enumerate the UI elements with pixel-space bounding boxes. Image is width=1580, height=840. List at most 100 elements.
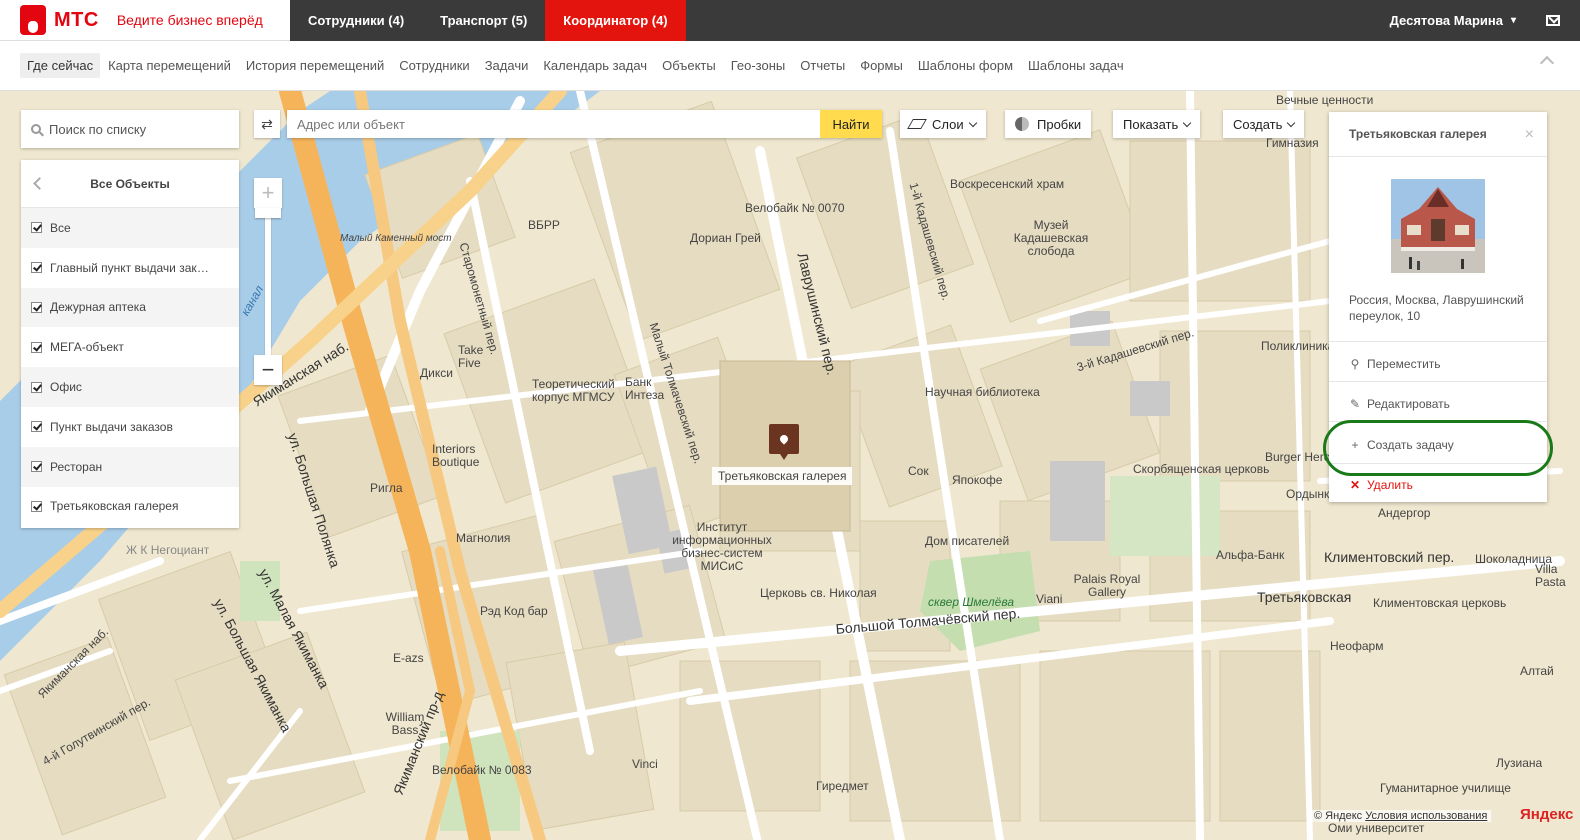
- close-icon[interactable]: ×: [1525, 126, 1534, 144]
- poi-label: Гиредмет: [816, 779, 869, 793]
- layers-button[interactable]: Слои: [900, 110, 986, 138]
- poi-label: Take Five: [458, 343, 484, 370]
- checkbox[interactable]: [31, 461, 42, 473]
- subnav-forms[interactable]: Формы: [853, 53, 910, 78]
- pin-icon: [778, 433, 790, 445]
- poi-label: Ж К Негоциант: [126, 543, 210, 557]
- poi-label: Музей Кадашевская слобода: [1013, 218, 1089, 258]
- terms-link[interactable]: Условия использования: [1365, 810, 1487, 822]
- sub-navigation: Где сейчас Карта перемещений История пер…: [0, 41, 1580, 91]
- objects-panel: Все Объекты Все Главный пункт выдачи зак…: [21, 160, 239, 528]
- subnav-form-templates[interactable]: Шаблоны форм: [911, 53, 1020, 78]
- poi-label: Villa Pasta: [1535, 562, 1566, 589]
- show-button[interactable]: Показать: [1113, 110, 1201, 138]
- poi-label: E-azs: [393, 651, 424, 665]
- route-icon[interactable]: ⇄: [254, 110, 280, 138]
- poi-label: Научная библиотека: [925, 385, 1040, 399]
- poi-label: Вечные ценности: [1276, 93, 1374, 107]
- subnav-task-calendar[interactable]: Календарь задач: [536, 53, 654, 78]
- brand-name: МТС: [54, 8, 99, 31]
- create-button[interactable]: Создать: [1223, 110, 1305, 138]
- list-item[interactable]: МЕГА-объект: [21, 327, 239, 367]
- poi-label: Неофарм: [1330, 639, 1384, 653]
- poi-label: Институт информационных бизнес-систем МИ…: [672, 520, 772, 573]
- zoom-slider-handle[interactable]: [255, 208, 281, 218]
- poi-label: Церковь св. Николая: [760, 586, 877, 600]
- info-panel-title: Третьяковская галерея ×: [1329, 112, 1547, 157]
- subnav-reports[interactable]: Отчеты: [793, 53, 852, 78]
- poi-label: Дом писателей: [925, 534, 1010, 548]
- list-item[interactable]: Третьяковская галерея: [21, 487, 239, 527]
- plus-icon: +: [1351, 438, 1359, 452]
- checkbox[interactable]: [31, 421, 42, 433]
- subnav-task-templates[interactable]: Шаблоны задач: [1021, 53, 1131, 78]
- poi-label: Андергор: [1378, 506, 1431, 520]
- user-name: Десятова Марина: [1389, 13, 1503, 28]
- pencil-icon: ✎: [1349, 397, 1361, 411]
- list-item[interactable]: Офис: [21, 367, 239, 407]
- poi-label: Дикси: [420, 366, 453, 380]
- create-task-button[interactable]: + Создать задачу: [1349, 438, 1453, 452]
- poi-label: Interiors Boutique: [432, 442, 480, 469]
- list-item[interactable]: Все: [21, 208, 239, 248]
- list-item[interactable]: Пункт выдачи заказов: [21, 407, 239, 447]
- poi-label: Гимназия: [1266, 136, 1319, 150]
- poi-label: Теоретический корпус МГМСУ: [532, 377, 615, 404]
- collapse-up-icon[interactable]: [1539, 55, 1555, 71]
- zoom-slider[interactable]: [265, 210, 271, 360]
- poi-label: Альфа-Банк: [1216, 548, 1285, 562]
- brand[interactable]: МТС Ведите бизнес вперёд: [0, 0, 290, 41]
- object-marker[interactable]: [769, 424, 799, 460]
- checkbox[interactable]: [31, 301, 42, 313]
- tab-coordinator[interactable]: Координатор (4): [545, 0, 686, 41]
- address-search-input[interactable]: [287, 110, 820, 138]
- object-info-panel: Третьяковская галерея × Россия, Москва, …: [1329, 112, 1547, 502]
- marker-label: Третьяковская галерея: [712, 467, 853, 485]
- poi-label: Алтай: [1520, 664, 1554, 678]
- tab-transport[interactable]: Транспорт (5): [422, 0, 545, 41]
- subnav-employees[interactable]: Сотрудники: [392, 53, 476, 78]
- objects-panel-header: Все Объекты: [21, 160, 239, 208]
- list-item[interactable]: Дежурная аптека: [21, 287, 239, 328]
- objects-panel-title: Все Объекты: [90, 176, 170, 191]
- user-menu[interactable]: Десятова Марина ▾: [1390, 0, 1538, 41]
- object-photo: [1391, 179, 1485, 273]
- list-search-input[interactable]: [49, 121, 229, 137]
- poi-label: Поликлиника: [1261, 339, 1335, 353]
- checkbox[interactable]: [31, 341, 42, 353]
- poi-label: Климентовская церковь: [1373, 596, 1507, 610]
- mail-icon[interactable]: [1546, 15, 1560, 26]
- subnav-movement-history[interactable]: История перемещений: [239, 53, 391, 78]
- list-item[interactable]: Главный пункт выдачи заказов: [21, 248, 239, 288]
- subnav-where-now[interactable]: Где сейчас: [20, 53, 101, 78]
- checkbox[interactable]: [31, 500, 42, 512]
- subnav-movement-map[interactable]: Карта перемещений: [101, 53, 238, 78]
- checkbox[interactable]: [31, 222, 42, 234]
- list-search[interactable]: [21, 110, 239, 148]
- divider: [1329, 421, 1547, 422]
- delete-button[interactable]: ✕ Удалить: [1349, 478, 1413, 492]
- checkbox[interactable]: [31, 262, 42, 274]
- poi-label: Ригла: [370, 481, 403, 495]
- list-item[interactable]: Ресторан: [21, 446, 239, 487]
- zoom-out-button[interactable]: −: [254, 355, 282, 385]
- traffic-button[interactable]: Пробки: [1005, 110, 1092, 138]
- poi-label: Скорбященская церковь: [1133, 462, 1270, 476]
- poi-label: Лузиана: [1496, 756, 1543, 770]
- chevron-left-icon[interactable]: [33, 177, 46, 190]
- edit-button[interactable]: ✎ Редактировать: [1349, 397, 1450, 411]
- poi-label: Велобайк № 0070: [745, 201, 845, 215]
- checkbox[interactable]: [31, 381, 42, 393]
- chevron-down-icon: ▾: [1510, 15, 1516, 26]
- subnav-tasks[interactable]: Задачи: [478, 53, 536, 78]
- poi-label: Vinci: [632, 757, 658, 771]
- tab-employees[interactable]: Сотрудники (4): [290, 0, 422, 41]
- subnav-geozones[interactable]: Гео-зоны: [724, 53, 793, 78]
- move-button[interactable]: ⚲ Переместить: [1349, 357, 1441, 371]
- zoom-in-button[interactable]: +: [254, 178, 282, 208]
- mts-logo-icon: [20, 5, 46, 35]
- pin-icon: ⚲: [1350, 357, 1360, 371]
- find-button[interactable]: Найти: [820, 110, 882, 138]
- info-address: Россия, Москва, Лаврушинский переулок, 1…: [1349, 293, 1524, 323]
- subnav-objects[interactable]: Объекты: [655, 53, 723, 78]
